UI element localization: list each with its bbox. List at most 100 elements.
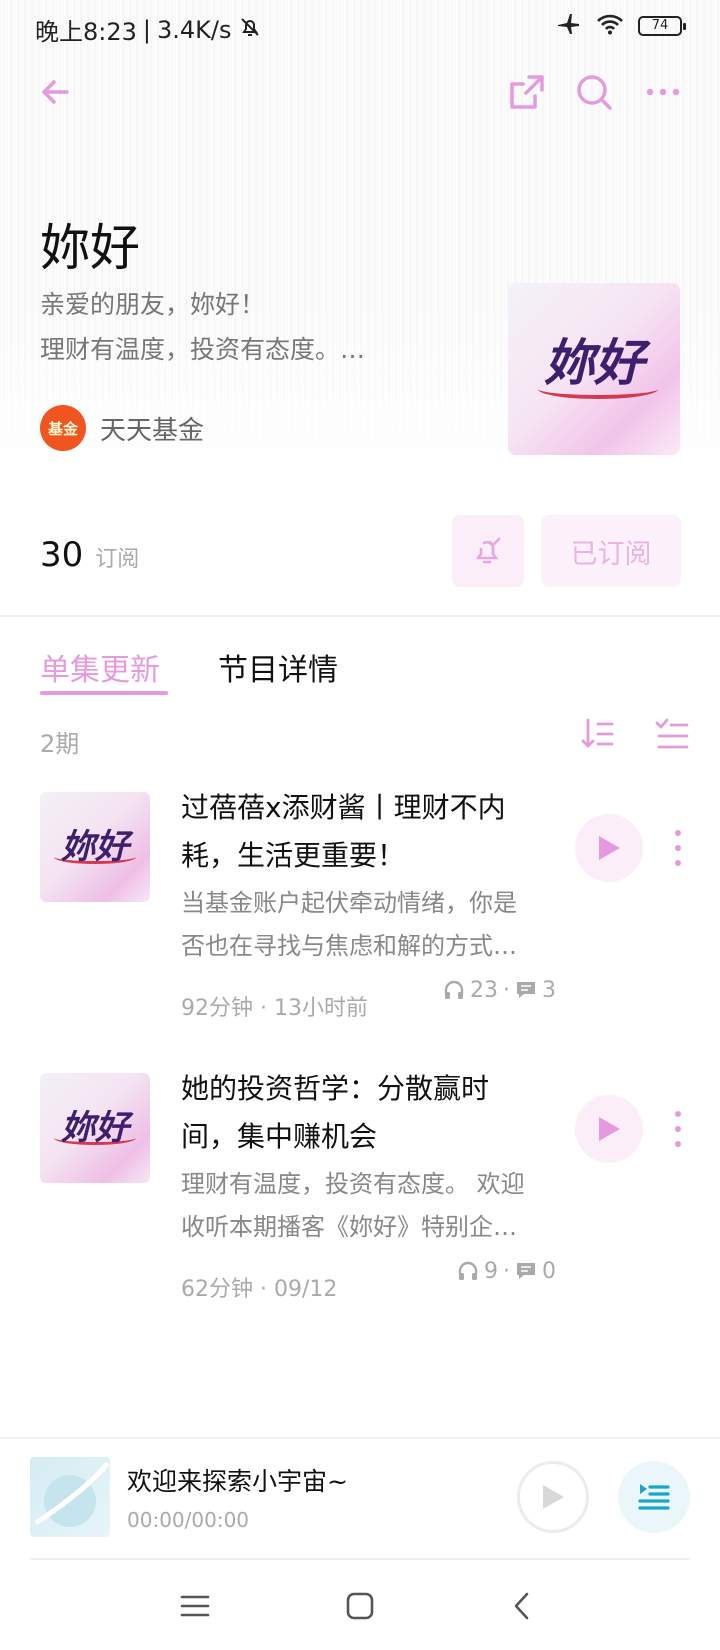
episode-published: 09/12 <box>274 1277 338 1302</box>
podcast-description[interactable]: 亲爱的朋友，妳好！ 理财有温度，投资有态度。… <box>40 282 460 372</box>
subscriber-count: 30 <box>40 535 84 575</box>
more-button[interactable] <box>641 70 685 114</box>
episode-play-button[interactable] <box>575 1095 643 1163</box>
back-button[interactable] <box>33 70 77 114</box>
share-button[interactable] <box>505 70 549 114</box>
more-horizontal-icon <box>646 88 680 96</box>
play-count: 23 <box>470 977 498 1003</box>
headphones-icon <box>458 1261 478 1280</box>
play-icon <box>599 836 620 860</box>
podcast-description-line2: 理财有温度，投资有态度。… <box>40 335 366 364</box>
episode-description: 当基金账户起伏牵动情绪，你是 否也在寻找与焦虑和解的方式… <box>181 882 551 968</box>
episode-more-button[interactable] <box>666 1107 690 1151</box>
system-back-button[interactable] <box>500 1584 544 1628</box>
podcast-title: 妳好 <box>40 219 140 277</box>
episode-meta: 92分钟 · 13小时前 <box>181 990 368 1022</box>
episode-title: 过蓓蓓x添财酱丨理财不内耗，生活更重要！ <box>181 791 506 872</box>
episode-description-line1: 理财有温度，投资有态度。 欢迎 <box>181 1170 525 1198</box>
episode-duration: 92分钟 <box>181 996 253 1021</box>
checklist-icon <box>655 718 689 749</box>
dot-icon <box>675 1126 681 1132</box>
play-count: 9 <box>484 1258 498 1284</box>
subscriber-label: 订阅 <box>95 547 140 572</box>
headphones-icon <box>444 980 464 999</box>
episode-cover: 妳好 <box>40 1073 150 1183</box>
player-title[interactable]: 欢迎来探索小宇宙~ <box>127 1462 348 1498</box>
comment-count: 0 <box>542 1258 556 1284</box>
bell-check-icon <box>476 537 501 564</box>
network-speed: 3.4K/s <box>157 15 232 44</box>
episode-play-button[interactable] <box>575 814 643 882</box>
tab-indicator <box>40 691 168 695</box>
tab-episodes[interactable]: 单集更新 <box>40 645 160 689</box>
home-square-icon <box>346 1592 374 1620</box>
status-left: 晚上8:23 | 3.4K/s <box>35 12 262 47</box>
bell-muted-icon <box>238 15 262 45</box>
author-name: 天天基金 <box>100 415 205 446</box>
airplane-icon <box>556 12 582 40</box>
episode-description-line2: 否也在寻找与焦虑和解的方式… <box>181 932 517 960</box>
podcast-cover: 妳好 <box>508 283 680 455</box>
sort-button[interactable] <box>580 716 616 752</box>
player-cover[interactable] <box>30 1457 110 1537</box>
battery-icon: 74 <box>638 16 686 36</box>
stats-dot: · <box>503 1258 510 1284</box>
player-bottom-divider <box>30 1558 690 1560</box>
stats-dot: · <box>503 977 510 1003</box>
home-button[interactable] <box>338 1584 382 1628</box>
episode-duration: 62分钟 <box>181 1277 253 1302</box>
podcast-description-line1: 亲爱的朋友，妳好！ <box>40 290 266 319</box>
dot-icon <box>675 845 681 851</box>
chevron-left-icon <box>514 1592 529 1620</box>
comment-icon <box>517 1263 535 1279</box>
player-divider <box>0 1437 720 1439</box>
status-right: 74 <box>556 12 686 40</box>
dot-icon <box>675 860 681 866</box>
subscribed-button[interactable]: 已订阅 <box>541 515 681 587</box>
episode-description-line1: 当基金账户起伏牵动情绪，你是 <box>181 889 517 917</box>
playlist-icon <box>638 1484 670 1510</box>
dot-icon <box>675 1111 681 1117</box>
wifi-icon <box>596 13 624 39</box>
episode-title: 她的投资哲学：分散赢时间，集中赚机会 <box>181 1072 490 1153</box>
player-time: 00:00/00:00 <box>127 1508 250 1532</box>
episode-stats-row: 23 · 3 <box>443 978 556 1003</box>
dot-icon <box>675 1141 681 1147</box>
search-button[interactable] <box>572 70 616 114</box>
episode-more-button[interactable] <box>666 826 690 870</box>
meta-dot: · <box>260 996 267 1021</box>
episode-description-line2: 收听本期播客《妳好》特别企… <box>181 1213 517 1241</box>
episode-meta: 62分钟 · 09/12 <box>181 1271 337 1303</box>
menu-icon <box>180 1595 210 1617</box>
share-external-icon <box>510 75 544 109</box>
status-time: 晚上8:23 <box>35 18 137 46</box>
batch-select-button[interactable] <box>654 716 690 752</box>
comment-count: 3 <box>542 977 556 1003</box>
recent-apps-button[interactable] <box>173 1584 217 1628</box>
tab-details[interactable]: 节目详情 <box>218 645 338 689</box>
player-play-button[interactable] <box>517 1461 589 1533</box>
play-icon <box>543 1485 564 1509</box>
play-icon <box>599 1117 620 1141</box>
meta-dot: · <box>260 1277 267 1302</box>
author-link[interactable]: 基金 天天基金 <box>40 405 204 451</box>
sort-order-icon <box>581 718 614 748</box>
author-logo: 基金 <box>40 405 86 451</box>
status-bar: 晚上8:23 | 3.4K/s 74 <box>0 0 720 54</box>
notification-button[interactable] <box>452 515 524 587</box>
episode-description: 理财有温度，投资有态度。 欢迎 收听本期播客《妳好》特别企… <box>181 1163 551 1249</box>
cover-logo-text: 妳好 <box>544 333 644 392</box>
comment-icon <box>517 982 535 998</box>
episode-published: 13小时前 <box>274 996 368 1021</box>
episode-count: 2期 <box>40 730 80 758</box>
dot-icon <box>675 830 681 836</box>
playlist-button[interactable] <box>618 1461 690 1533</box>
planet-icon <box>34 1461 110 1527</box>
status-separator: | <box>142 15 151 44</box>
episode-stats-row: 9 · 0 <box>457 1259 556 1284</box>
cover-logo-text: 妳好 <box>61 1108 129 1148</box>
episode-cover: 妳好 <box>40 792 150 902</box>
subscriber-info: 30 订阅 <box>40 535 139 575</box>
section-divider <box>0 615 720 617</box>
search-icon <box>577 75 612 110</box>
